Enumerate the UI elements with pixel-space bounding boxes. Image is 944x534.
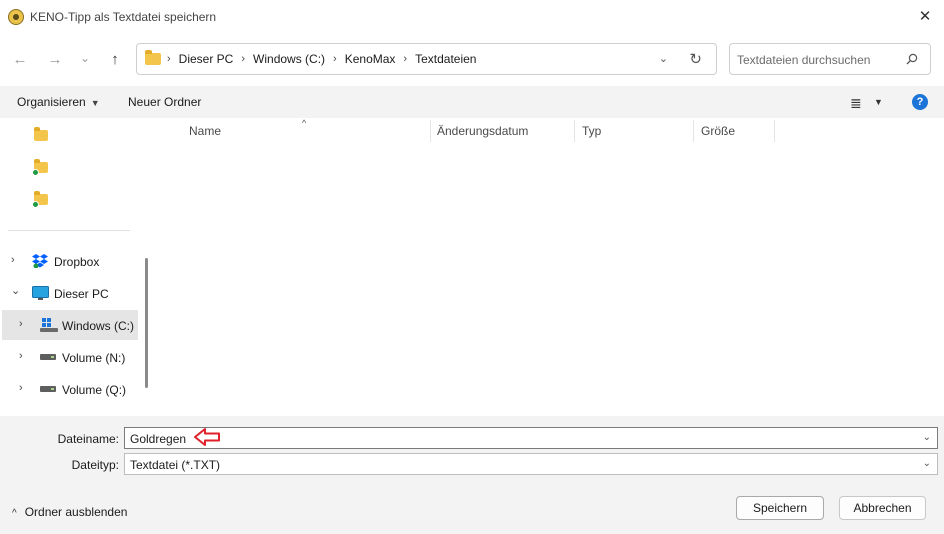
nav-pane-divider: [8, 230, 130, 231]
sync-status-icon: [32, 169, 39, 176]
view-options-icon[interactable]: ≣: [850, 95, 862, 112]
breadcrumb-separator-icon[interactable]: ›: [333, 53, 337, 65]
filename-value: Goldregen: [130, 432, 187, 446]
command-toolbar: Organisieren ▼ Neuer Ordner ≣ ▼ ?: [0, 86, 944, 118]
nav-item-label: Dropbox: [54, 255, 100, 269]
folder-icon: [145, 50, 161, 65]
breadcrumb-item-kenomax[interactable]: KenoMax: [345, 52, 396, 66]
close-icon[interactable]: ✕: [914, 6, 936, 28]
drive-icon: [40, 386, 56, 392]
breadcrumb-item-dieser-pc[interactable]: Dieser PC: [179, 52, 234, 66]
breadcrumb-separator-icon: ›: [167, 53, 171, 65]
chevron-right-icon[interactable]: ›: [19, 382, 23, 394]
chevron-down-icon[interactable]: ⌄: [11, 284, 20, 297]
search-input[interactable]: Textdateien durchsuchen: [737, 53, 870, 67]
quick-access-folder-icon[interactable]: [34, 127, 48, 141]
nav-item-volume-n[interactable]: › Volume (N:): [0, 342, 140, 372]
drive-icon: [40, 354, 56, 360]
filetype-select[interactable]: Textdatei (*.TXT) ⌄: [124, 453, 938, 475]
nav-item-label: Volume (N:): [62, 351, 126, 365]
breadcrumb-separator-icon[interactable]: ›: [241, 53, 245, 65]
refresh-icon[interactable]: ↻: [689, 50, 702, 68]
title-bar: KENO-Tipp als Textdatei speichern ✕: [0, 0, 944, 34]
save-form-area: Dateiname: Goldregen ⌄ Dateityp: Textdat…: [0, 416, 944, 534]
quick-access-synced-folder-icon[interactable]: [32, 191, 48, 208]
up-arrow-icon[interactable]: ↑: [103, 48, 127, 72]
filename-label: Dateiname:: [57, 432, 119, 446]
address-dropdown-chevron-icon[interactable]: ⌄: [659, 52, 668, 65]
organize-label: Organisieren: [17, 95, 86, 109]
save-button[interactable]: Speichern: [736, 496, 824, 520]
nav-item-windows-c[interactable]: › Windows (C:): [2, 310, 138, 340]
nav-item-dropbox[interactable]: › Dropbox: [0, 246, 140, 276]
column-divider[interactable]: [774, 120, 775, 142]
column-header-size[interactable]: Größe: [701, 124, 735, 138]
back-arrow-icon[interactable]: ←: [8, 48, 32, 72]
dropbox-icon: [32, 254, 48, 268]
nav-pane-scrollbar[interactable]: [145, 258, 148, 388]
filename-dropdown-chevron-icon[interactable]: ⌄: [923, 432, 931, 443]
nav-item-label: Volume (Q:): [62, 383, 127, 397]
column-divider[interactable]: [574, 120, 575, 142]
navigation-bar: ← → ⌄ ↑ › Dieser PC › Windows (C:) › Ken…: [0, 34, 944, 84]
cancel-button[interactable]: Abbrechen: [839, 496, 926, 520]
nav-item-label: Dieser PC: [54, 287, 109, 301]
view-caret-down-icon[interactable]: ▼: [874, 97, 883, 107]
column-header-name[interactable]: Name: [189, 124, 221, 138]
breadcrumb-separator-icon[interactable]: ›: [403, 53, 407, 65]
organize-button[interactable]: Organisieren ▼: [17, 95, 100, 109]
nav-item-this-pc[interactable]: ⌄ Dieser PC: [0, 278, 140, 308]
nav-item-volume-q[interactable]: › Volume (Q:): [0, 374, 140, 404]
computer-icon: [32, 286, 49, 300]
keno-app-icon: [8, 9, 24, 25]
column-divider[interactable]: [693, 120, 694, 142]
filetype-dropdown-chevron-icon[interactable]: ⌄: [923, 458, 931, 469]
chevron-up-icon: ^: [12, 508, 17, 519]
column-header-modified-date[interactable]: Änderungsdatum: [437, 124, 528, 138]
sync-status-icon: [32, 201, 39, 208]
windows-drive-icon: [40, 318, 58, 332]
breadcrumb-item-textdateien[interactable]: Textdateien: [415, 52, 476, 66]
chevron-right-icon[interactable]: ›: [11, 254, 15, 266]
navigation-pane: › Dropbox ⌄ Dieser PC › Windows (C:) › V…: [0, 118, 155, 416]
chevron-right-icon[interactable]: ›: [19, 318, 23, 330]
red-arrow-annotation-icon: [194, 428, 220, 446]
breadcrumb: › Dieser PC › Windows (C:) › KenoMax › T…: [167, 52, 476, 66]
quick-access-synced-folder-icon[interactable]: [32, 159, 48, 176]
filetype-label: Dateityp:: [71, 458, 119, 472]
nav-item-label: Windows (C:): [62, 319, 135, 333]
hide-folders-label: Ordner ausblenden: [24, 505, 128, 519]
column-divider[interactable]: [430, 120, 431, 142]
forward-arrow-icon[interactable]: →: [43, 48, 67, 72]
hide-folders-toggle[interactable]: ^ Ordner ausblenden: [12, 505, 127, 519]
search-box[interactable]: Textdateien durchsuchen: [729, 43, 931, 75]
recent-locations-chevron-icon[interactable]: ⌄: [73, 46, 97, 70]
address-bar[interactable]: › Dieser PC › Windows (C:) › KenoMax › T…: [136, 43, 717, 75]
caret-down-icon: ▼: [90, 98, 100, 108]
chevron-right-icon[interactable]: ›: [19, 350, 23, 362]
sort-ascending-icon: ^: [302, 118, 307, 128]
column-header-type[interactable]: Typ: [582, 124, 601, 138]
breadcrumb-item-windows-c[interactable]: Windows (C:): [253, 52, 325, 66]
help-icon[interactable]: ?: [912, 94, 928, 110]
new-folder-button[interactable]: Neuer Ordner: [128, 95, 201, 109]
file-list[interactable]: ^ Name Änderungsdatum Typ Größe: [155, 118, 944, 416]
filetype-value: Textdatei (*.TXT): [130, 458, 221, 472]
filename-input[interactable]: Goldregen ⌄: [124, 427, 938, 449]
search-icon[interactable]: [906, 53, 918, 65]
window-title: KENO-Tipp als Textdatei speichern: [30, 10, 217, 24]
